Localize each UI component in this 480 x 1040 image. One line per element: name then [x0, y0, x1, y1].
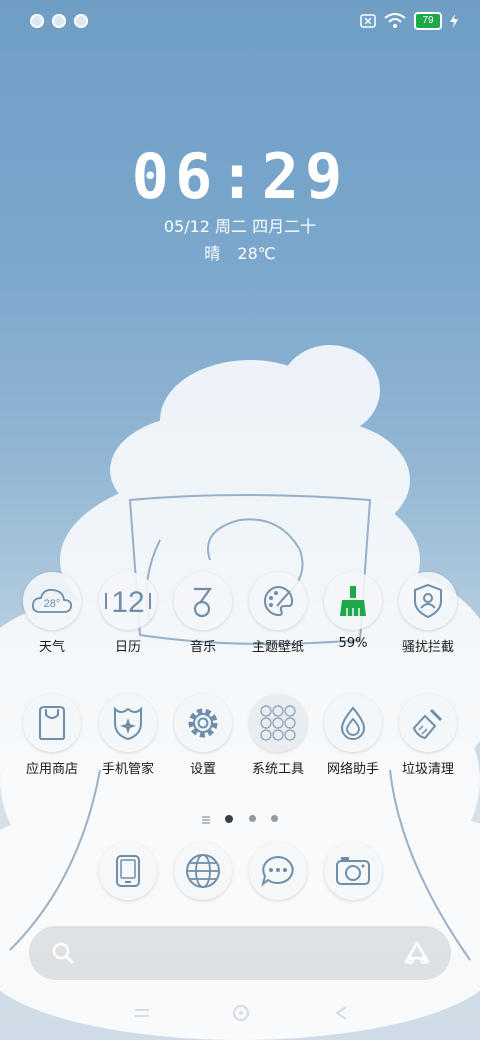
assistant-icon[interactable]: [403, 940, 431, 966]
nav-back-button[interactable]: [326, 1000, 356, 1026]
page-dot: [248, 815, 256, 822]
app-label: 日历: [114, 640, 141, 655]
store-bag-icon: [23, 694, 81, 752]
dock-camera[interactable]: [313, 842, 393, 900]
gear-icon: [174, 694, 232, 752]
app-weather[interactable]: 28° 天气: [12, 572, 92, 655]
app-label: 应用商店: [25, 762, 78, 777]
app-music[interactable]: 音乐: [163, 572, 243, 655]
app-phone-manager[interactable]: 手机管家: [88, 694, 168, 777]
weather-temperature: 28℃: [237, 244, 276, 263]
search-icon[interactable]: [51, 941, 75, 965]
app-harassment-block[interactable]: 骚扰拦截: [388, 572, 468, 655]
status-bar: 79: [0, 0, 480, 44]
home-circle-icon: [232, 1004, 250, 1022]
broom-icon: [324, 572, 382, 630]
back-arrow-icon: [335, 1006, 347, 1020]
app-label: 设置: [189, 762, 216, 777]
app-notification-icon: [30, 14, 44, 28]
app-junk-cleaner[interactable]: 垃圾清理: [388, 694, 468, 777]
menu-lines-icon: [202, 809, 211, 828]
no-sim-icon: [360, 14, 376, 28]
app-label: 垃圾清理: [401, 762, 454, 777]
palette-icon: [249, 572, 307, 630]
calendar-icon: 12: [99, 572, 157, 630]
charging-bolt-icon: [450, 14, 458, 28]
phone-manager-icon: [99, 694, 157, 752]
phone-tablet-icon: [99, 842, 157, 900]
app-notification-icon: [52, 14, 66, 28]
dock-phone[interactable]: [88, 842, 168, 900]
battery-level: 79: [422, 15, 434, 26]
weather-condition: 晴: [204, 244, 221, 263]
app-label: 主题壁纸: [251, 640, 304, 655]
weather-badge: 28°: [44, 598, 61, 610]
dock-browser[interactable]: [163, 842, 243, 900]
dock-messages[interactable]: [238, 842, 318, 900]
folder-grid-icon: [249, 694, 307, 752]
app-label: 骚扰拦截: [401, 640, 454, 655]
weather-icon: 28°: [23, 572, 81, 630]
menu-icon: [135, 1009, 149, 1017]
app-label: 音乐: [189, 640, 216, 655]
search-bar[interactable]: [29, 926, 451, 980]
app-notification-icon: [74, 14, 88, 28]
browser-globe-icon: [174, 842, 232, 900]
weather-summary[interactable]: 晴 28℃: [0, 240, 480, 264]
wifi-icon: [384, 13, 406, 28]
app-label: 手机管家: [101, 762, 154, 777]
nav-menu-button[interactable]: [127, 1000, 157, 1026]
app-theme-wallpaper[interactable]: 主题壁纸: [238, 572, 318, 655]
page-dot-active: [225, 814, 234, 823]
app-settings[interactable]: 设置: [163, 694, 243, 777]
camera-icon: [324, 842, 382, 900]
app-label: 网络助手: [326, 762, 379, 777]
app-label: 天气: [38, 640, 65, 655]
app-label: 系统工具: [251, 762, 304, 777]
app-store[interactable]: 应用商店: [12, 694, 92, 777]
brush-icon: [399, 694, 457, 752]
folder-system-tools[interactable]: 系统工具: [238, 694, 318, 777]
date-text[interactable]: 05/12 周二 四月二十: [0, 213, 480, 237]
water-drop-icon: [324, 694, 382, 752]
music-icon: [174, 572, 232, 630]
nav-home-button[interactable]: [226, 1000, 256, 1026]
shield-icon: [399, 572, 457, 630]
messages-icon: [249, 842, 307, 900]
page-indicator[interactable]: [0, 808, 480, 828]
page-dot: [270, 815, 278, 822]
battery-indicator: 79: [414, 12, 442, 30]
app-label: 59%: [338, 636, 368, 651]
app-memory-cleaner[interactable]: 59%: [313, 572, 393, 651]
app-network-assistant[interactable]: 网络助手: [313, 694, 393, 777]
calendar-badge: 12: [111, 586, 144, 619]
clock-time[interactable]: 06:29: [0, 140, 480, 213]
app-calendar[interactable]: 12 日历: [88, 572, 168, 655]
